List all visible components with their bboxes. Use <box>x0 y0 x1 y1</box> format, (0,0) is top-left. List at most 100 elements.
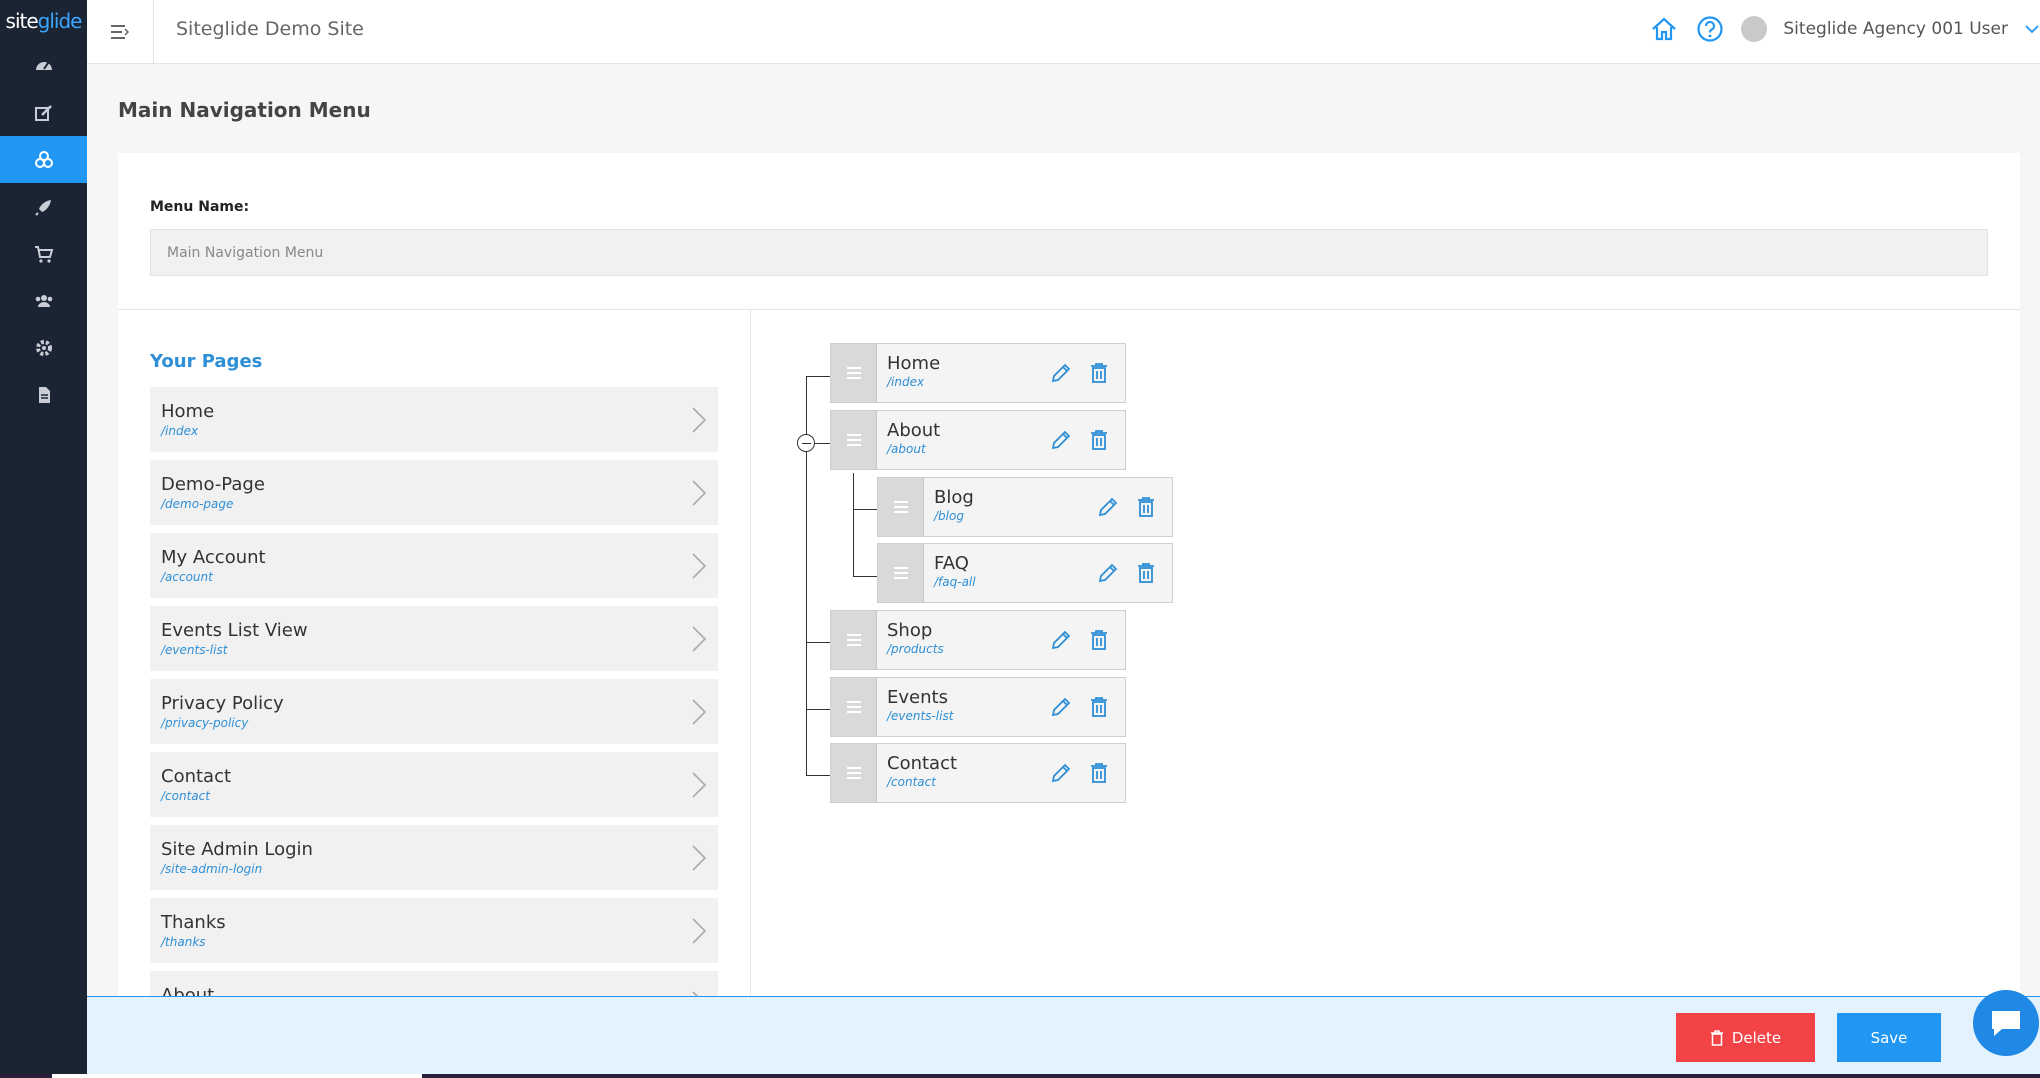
drag-handle[interactable] <box>831 611 877 669</box>
tree-connector <box>853 576 877 577</box>
menu-editor-card: Menu Name: Your Pages Home/indexDemo-Pag… <box>118 153 2020 998</box>
file-icon <box>38 386 50 403</box>
trash-icon[interactable] <box>1087 428 1111 452</box>
tree-connector <box>853 509 877 510</box>
sidebar-item-docs[interactable] <box>0 371 87 418</box>
page-title: Main Navigation Menu <box>118 98 371 122</box>
pencil-icon[interactable] <box>1049 361 1073 385</box>
pencil-icon[interactable] <box>1049 695 1073 719</box>
sidebar: site glide <box>0 0 87 1078</box>
trash-icon[interactable] <box>1087 628 1111 652</box>
chevron-down-icon[interactable] <box>2024 21 2040 37</box>
gear-icon <box>35 339 52 356</box>
trash-icon[interactable] <box>1087 761 1111 785</box>
menu-node-actions <box>1096 495 1158 519</box>
tree-connector <box>853 473 854 576</box>
drag-icon <box>846 367 861 379</box>
menu-node-body: FAQ/faq-all <box>924 544 1172 602</box>
trash-icon <box>1710 1029 1723 1046</box>
menu-node-actions <box>1049 361 1111 385</box>
drag-handle[interactable] <box>878 478 924 536</box>
menu-tree-node[interactable]: Blog/blog <box>877 477 1173 537</box>
help-button[interactable] <box>1695 14 1725 44</box>
tree-connector <box>806 376 830 377</box>
cart-icon <box>34 245 53 263</box>
chat-icon <box>1992 1011 2020 1036</box>
site-title: Siteglide Demo Site <box>176 18 364 40</box>
menu-node-body: Blog/blog <box>924 478 1172 536</box>
menu-tree-node[interactable]: Shop/products <box>830 610 1126 670</box>
tree-connector <box>806 642 830 643</box>
menu-node-actions <box>1049 761 1111 785</box>
collapse-toggle[interactable] <box>797 434 815 452</box>
menu-tree: Home/index About/about Blog/blog FAQ/faq-al… <box>118 153 2020 998</box>
trash-icon[interactable] <box>1087 695 1111 719</box>
drag-icon <box>893 501 908 513</box>
rocket-icon <box>34 199 51 216</box>
trash-icon[interactable] <box>1134 495 1158 519</box>
tree-connector <box>806 775 830 776</box>
trash-icon[interactable] <box>1087 361 1111 385</box>
pencil-icon[interactable] <box>1049 428 1073 452</box>
menu-tree-node[interactable]: Home/index <box>830 343 1126 403</box>
users-icon <box>35 294 52 307</box>
menu-node-body: Shop/products <box>877 611 1125 669</box>
menu-tree-node[interactable]: Events/events-list <box>830 677 1126 737</box>
minus-icon <box>801 442 811 444</box>
drag-icon <box>893 567 908 579</box>
delete-label: Delete <box>1731 1028 1782 1047</box>
drag-icon <box>846 634 861 646</box>
edit-icon <box>34 104 52 121</box>
top-bar: Siteglide Demo Site Siteglide Agency 001… <box>87 0 2040 64</box>
menu-toggle-button[interactable] <box>87 0 154 63</box>
pencil-icon[interactable] <box>1049 761 1073 785</box>
drag-handle[interactable] <box>878 544 924 602</box>
header-actions: Siteglide Agency 001 User <box>1649 12 2040 46</box>
home-button[interactable] <box>1649 14 1679 44</box>
sidebar-item-publish[interactable] <box>0 183 87 230</box>
menu-node-body: Home/index <box>877 344 1125 402</box>
menu-node-actions <box>1049 628 1111 652</box>
siteglide-logo[interactable]: site glide <box>0 0 87 42</box>
sidebar-item-crm[interactable] <box>0 277 87 324</box>
modules-icon <box>34 150 53 168</box>
menu-node-body: Events/events-list <box>877 678 1125 736</box>
drag-handle[interactable] <box>831 678 877 736</box>
pencil-icon[interactable] <box>1049 628 1073 652</box>
bottom-strip <box>0 1074 2040 1078</box>
drag-handle[interactable] <box>831 744 877 802</box>
delete-button[interactable]: Delete <box>1676 1013 1815 1062</box>
menu-tree-node[interactable]: FAQ/faq-all <box>877 543 1173 603</box>
tree-connector <box>815 443 830 444</box>
user-name[interactable]: Siteglide Agency 001 User <box>1783 19 2008 39</box>
drag-icon <box>846 701 861 713</box>
action-footer: Delete Save <box>87 996 2040 1078</box>
drag-handle[interactable] <box>831 411 877 469</box>
home-icon <box>1652 17 1677 41</box>
trash-icon[interactable] <box>1134 561 1158 585</box>
menu-node-body: Contact/contact <box>877 744 1125 802</box>
tree-connector <box>806 709 830 710</box>
sidebar-item-dashboard[interactable] <box>0 42 87 89</box>
pencil-icon[interactable] <box>1096 561 1120 585</box>
menu-node-body: About/about <box>877 411 1125 469</box>
menu-tree-node[interactable]: Contact/contact <box>830 743 1126 803</box>
menu-tree-node[interactable]: About/about <box>830 410 1126 470</box>
sidebar-item-content[interactable] <box>0 89 87 136</box>
sidebar-item-ecommerce[interactable] <box>0 230 87 277</box>
chat-button[interactable] <box>1973 990 2039 1056</box>
save-button[interactable]: Save <box>1837 1013 1941 1062</box>
dashboard-icon <box>35 61 52 70</box>
sidebar-item-settings[interactable] <box>0 324 87 371</box>
sidebar-item-modules[interactable] <box>0 136 87 183</box>
hamburger-icon <box>111 24 130 39</box>
pencil-icon[interactable] <box>1096 495 1120 519</box>
drag-handle[interactable] <box>831 344 877 402</box>
drag-icon <box>846 434 861 446</box>
menu-node-actions <box>1096 561 1158 585</box>
help-icon <box>1697 16 1723 42</box>
menu-node-actions <box>1049 428 1111 452</box>
menu-node-actions <box>1049 695 1111 719</box>
drag-icon <box>846 767 861 779</box>
avatar[interactable] <box>1741 16 1768 42</box>
